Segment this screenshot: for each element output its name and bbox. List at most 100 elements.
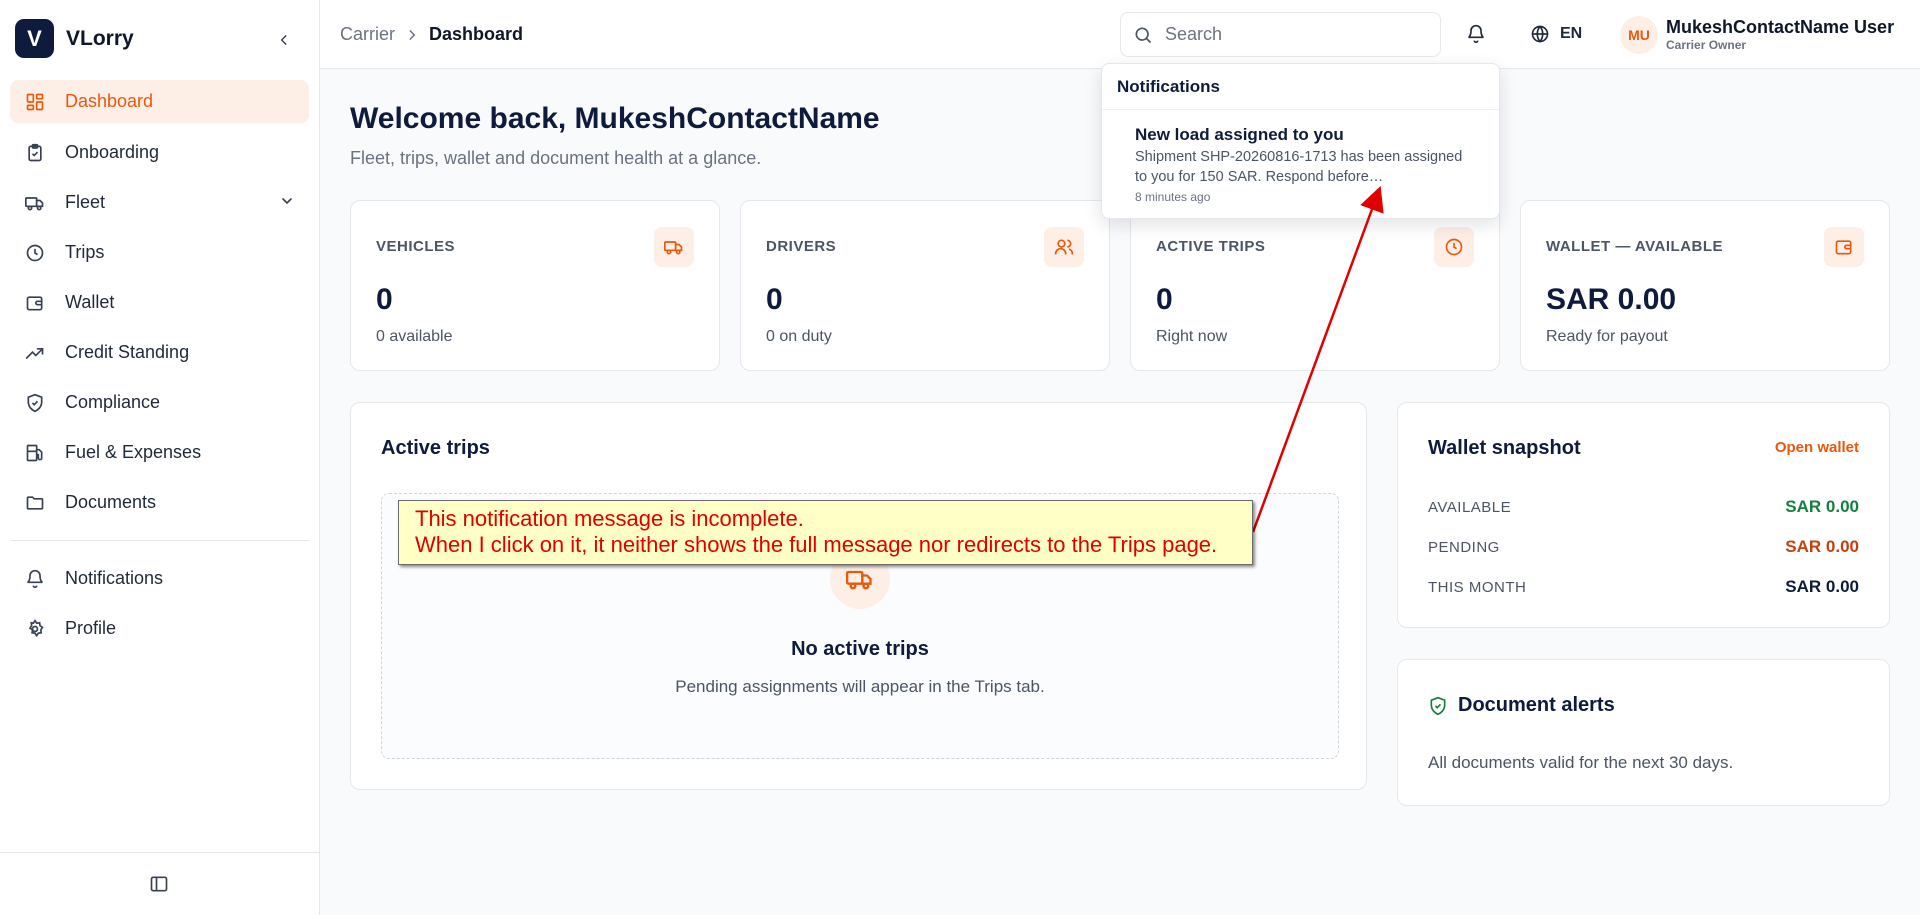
sidebar-item-trips[interactable]: Trips (10, 231, 309, 274)
sidebar-item-compliance[interactable]: Compliance (10, 381, 309, 424)
stat-value: 0 (766, 283, 783, 316)
stat-value: SAR 0.00 (1546, 283, 1677, 316)
breadcrumb-carrier[interactable]: Carrier (340, 24, 395, 45)
sidebar-item-label: Trips (65, 242, 105, 262)
wallet-icon (26, 295, 43, 310)
sidebar-item-notifications[interactable]: Notifications (10, 557, 309, 600)
notifications-popover-title: Notifications (1117, 77, 1220, 96)
top-header: Carrier Dashboard EN MU MukeshContactNam… (320, 0, 1920, 69)
annotation-line: This notification message is incomplete. (415, 506, 804, 531)
wallet-row-pending: PENDING SAR 0.00 (1428, 537, 1859, 557)
language-label: EN (1560, 25, 1583, 42)
search-box[interactable] (1120, 12, 1441, 57)
empty-state-subtitle: Pending assignments will appear in the T… (675, 677, 1045, 696)
wallet-icon (1824, 227, 1864, 267)
wallet-row-value: SAR 0.00 (1785, 577, 1859, 596)
truck-icon (654, 227, 694, 267)
collapse-sidebar-button[interactable] (272, 28, 296, 52)
sidebar-item-label: Wallet (65, 292, 115, 312)
clock-icon (26, 244, 44, 261)
wallet-row-available: AVAILABLE SAR 0.00 (1428, 497, 1859, 517)
sidebar-item-label: Dashboard (65, 91, 154, 111)
wallet-snapshot-card: Wallet snapshot Open wallet AVAILABLE SA… (1397, 402, 1890, 628)
wallet-row-value: SAR 0.00 (1785, 497, 1859, 516)
language-switcher[interactable]: EN (1530, 24, 1582, 44)
breadcrumb-current: Dashboard (429, 24, 524, 44)
notifications-popover: Notifications New load assigned to you S… (1101, 63, 1500, 219)
sidebar-item-label: Fleet (65, 192, 106, 212)
sidebar-item-wallet[interactable]: Wallet (10, 281, 309, 324)
trending-up-icon (25, 347, 44, 359)
wallet-row-label: AVAILABLE (1428, 498, 1512, 516)
search-input[interactable] (1165, 24, 1425, 45)
sidebar-item-documents[interactable]: Documents (10, 481, 309, 524)
sidebar: V VLorry Dashboard Onboarding Fleet Trip… (0, 0, 320, 915)
sidebar-item-credit-standing[interactable]: Credit Standing (10, 331, 309, 374)
page-title: Welcome back, MukeshContactName (350, 102, 880, 135)
empty-state-title: No active trips (791, 638, 929, 660)
page-subtitle: Fleet, trips, wallet and document health… (350, 148, 762, 168)
truck-icon (25, 196, 44, 210)
annotation-line: When I click on it, it neither shows the… (415, 532, 1218, 557)
notification-title: New load assigned to you (1135, 125, 1344, 144)
sidebar-item-fuel-expenses[interactable]: Fuel & Expenses (10, 431, 309, 474)
stat-sub: Right now (1156, 328, 1228, 345)
wallet-row-this-month: THIS MONTH SAR 0.00 (1428, 577, 1859, 597)
sidebar-item-label: Onboarding (65, 142, 160, 162)
breadcrumb: Carrier Dashboard (340, 24, 523, 45)
clock-icon (1434, 227, 1474, 267)
sidebar-item-label: Notifications (65, 568, 164, 588)
sidebar-item-label: Fuel & Expenses (65, 442, 202, 462)
brand-logo: V (15, 19, 54, 58)
users-icon (1044, 227, 1084, 267)
notification-item[interactable]: New load assigned to you Shipment SHP-20… (1135, 124, 1489, 204)
wallet-row-label: PENDING (1428, 538, 1500, 556)
document-alerts-text: All documents valid for the next 30 days… (1428, 753, 1734, 772)
open-wallet-link[interactable]: Open wallet (1775, 439, 1859, 456)
fuel-icon (26, 444, 43, 461)
stat-label: DRIVERS (766, 238, 837, 255)
notification-time: 8 minutes ago (1135, 190, 1211, 204)
dashboard-icon (26, 93, 44, 110)
sidebar-item-label: Compliance (65, 392, 161, 412)
user-name: MukeshContactName User (1666, 17, 1895, 37)
stat-sub: 0 on duty (766, 328, 832, 345)
panel-left-icon (150, 876, 168, 892)
shield-check-icon (27, 393, 43, 412)
search-icon (1135, 27, 1152, 43)
chevron-down-icon (282, 198, 292, 205)
annotation-note: This notification message is incomplete.… (398, 500, 1253, 565)
notifications-divider (1102, 109, 1499, 110)
notification-body-line: to you for 150 SAR. Respond before… (1135, 169, 1384, 185)
sidebar-item-onboarding[interactable]: Onboarding (10, 131, 309, 174)
avatar: MU (1620, 16, 1658, 54)
sidebar-divider (10, 540, 309, 541)
notifications-button[interactable] (1466, 24, 1486, 44)
notification-body-line: Shipment SHP-20260816-1713 has been assi… (1135, 149, 1463, 165)
wallet-row-label: THIS MONTH (1428, 578, 1527, 596)
stat-value: 0 (1156, 283, 1173, 316)
sidebar-item-fleet[interactable]: Fleet (10, 181, 309, 224)
bell-icon (1468, 24, 1484, 44)
gear-icon (28, 618, 44, 637)
sidebar-item-label: Credit Standing (65, 342, 190, 362)
sidebar-item-label: Documents (65, 492, 157, 512)
stat-sub: Ready for payout (1546, 328, 1668, 345)
wallet-snapshot-title: Wallet snapshot (1428, 437, 1581, 459)
shield-check-icon (1430, 696, 1446, 715)
stat-label: ACTIVE TRIPS (1156, 238, 1266, 255)
sidebar-item-label: Profile (65, 618, 117, 638)
active-trips-card: Active trips No active trips Pending ass… (350, 402, 1367, 790)
stat-card-wallet-available: WALLET — AVAILABLE SAR 0.00 Ready for pa… (1520, 200, 1890, 371)
brand[interactable]: V VLorry (15, 19, 134, 58)
user-menu[interactable]: MU MukeshContactName User Carrier Owner (1620, 16, 1894, 54)
clipboard-icon (28, 143, 42, 161)
sidebar-toggle-button[interactable] (149, 874, 171, 894)
notification-body: Shipment SHP-20260816-1713 has been assi… (1135, 147, 1489, 187)
chevron-left-icon (280, 35, 287, 45)
stat-value: 0 (376, 283, 393, 316)
sidebar-item-dashboard[interactable]: Dashboard (10, 80, 309, 123)
stat-label: VEHICLES (376, 238, 456, 255)
stat-card-drivers: DRIVERS 0 0 on duty (740, 200, 1110, 371)
sidebar-item-profile[interactable]: Profile (10, 607, 309, 650)
